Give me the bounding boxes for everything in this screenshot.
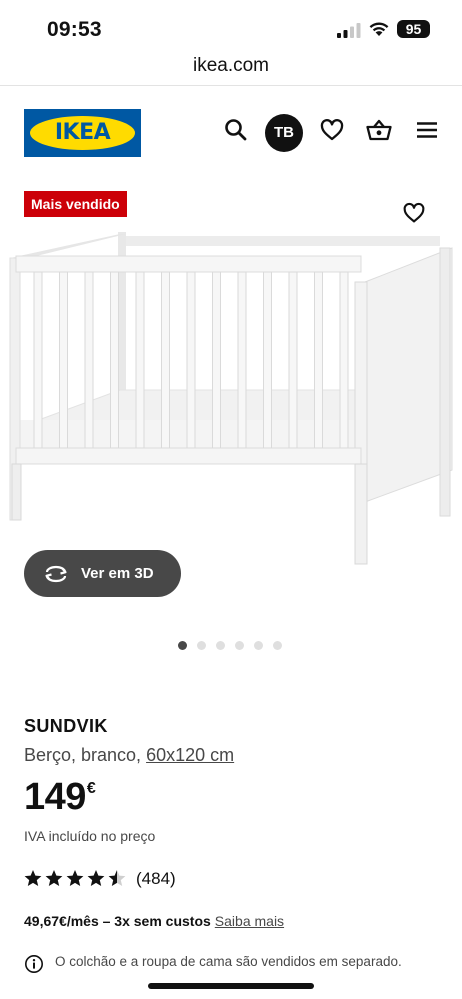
product-name: SUNDVIK xyxy=(24,716,108,736)
gallery-dot[interactable] xyxy=(197,641,206,650)
wifi-icon xyxy=(369,22,389,36)
crib-slat xyxy=(339,271,349,449)
crib-slat xyxy=(33,271,43,449)
crib-slat xyxy=(135,271,145,449)
search-icon[interactable] xyxy=(222,116,250,144)
star-icon xyxy=(66,869,84,887)
crib-slat xyxy=(212,271,221,449)
basket-icon[interactable] xyxy=(365,116,393,144)
gallery-dot[interactable] xyxy=(235,641,244,650)
crib-slat xyxy=(110,271,119,449)
star-icon xyxy=(24,869,42,887)
info-note-text: O colchão e a roupa de cama são vendidos… xyxy=(55,954,402,969)
menu-icon[interactable] xyxy=(413,116,441,144)
logo-oval: IKEA xyxy=(30,116,135,150)
status-bar: 09:53 95 xyxy=(0,0,462,50)
product-description: Berço, branco, 60x120 cm xyxy=(24,745,234,766)
gallery-dot[interactable] xyxy=(273,641,282,650)
info-icon xyxy=(25,955,43,973)
review-count[interactable]: (484) xyxy=(136,869,176,889)
info-note: O colchão e a roupa de cama são vendidos… xyxy=(24,953,454,975)
gallery-dot[interactable] xyxy=(254,641,263,650)
ikea-logo[interactable]: IKEA xyxy=(24,109,141,157)
star-icon xyxy=(108,869,126,887)
url-text: ikea.com xyxy=(192,55,270,76)
crib-slat xyxy=(288,271,298,449)
rotate-3d-icon xyxy=(45,565,67,583)
financing-text: 49,67€/mês – 3x sem custos xyxy=(24,913,211,929)
financing-info: 49,67€/mês – 3x sem custos Saiba mais xyxy=(24,913,284,929)
bestseller-badge: Mais vendido xyxy=(24,191,127,217)
crib-slat xyxy=(84,271,94,449)
home-indicator xyxy=(148,983,314,989)
crib-slat xyxy=(314,271,323,449)
product-gallery[interactable]: Mais vendido Ver em 3D xyxy=(0,178,462,668)
user-avatar-button[interactable]: TB xyxy=(265,114,303,152)
logo-text: IKEA xyxy=(54,120,111,145)
price-value: 149 xyxy=(24,776,86,818)
crib-slat xyxy=(237,271,247,449)
vat-note: IVA incluído no preço xyxy=(24,828,156,844)
crib-slat xyxy=(263,271,272,449)
product-price: 149€ xyxy=(24,776,96,819)
product-image-crib xyxy=(9,232,453,565)
site-header: IKEA TB xyxy=(0,86,462,178)
financing-learn-more-link[interactable]: Saiba mais xyxy=(215,913,284,929)
heart-icon[interactable] xyxy=(318,116,346,144)
gallery-dot[interactable] xyxy=(216,641,225,650)
product-size-link[interactable]: 60x120 cm xyxy=(146,745,234,765)
view-3d-button[interactable]: Ver em 3D xyxy=(24,550,181,597)
crib-slat xyxy=(161,271,170,449)
star-icon xyxy=(87,869,105,887)
battery-indicator: 95 xyxy=(397,20,430,38)
star-icon xyxy=(45,869,63,887)
status-time: 09:53 xyxy=(47,18,102,41)
view-3d-label: Ver em 3D xyxy=(81,565,154,582)
cellular-signal-icon xyxy=(337,23,361,38)
browser-url-bar[interactable]: ikea.com xyxy=(0,50,462,86)
crib-slat xyxy=(186,271,196,449)
product-type: Berço, branco, xyxy=(24,745,142,765)
price-currency: € xyxy=(86,780,96,797)
crib-slat xyxy=(59,271,68,449)
gallery-dot[interactable] xyxy=(178,641,187,650)
